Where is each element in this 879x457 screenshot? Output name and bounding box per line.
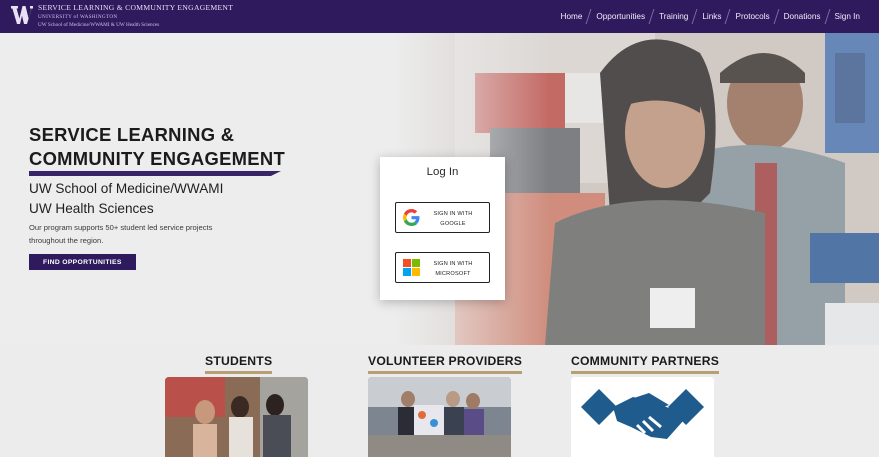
- microsoft-icon: [403, 259, 420, 276]
- section-underline: [571, 371, 720, 374]
- section-underline: [368, 371, 523, 374]
- nav-home[interactable]: Home: [554, 12, 590, 21]
- hero-title: SERVICE LEARNING & COMMUNITY ENGAGEMENT: [29, 123, 359, 171]
- brand-line-3: UW School of Medicine/WWAMI & UW Health …: [38, 22, 160, 28]
- microsoft-label-line-2: MICROSOFT: [435, 271, 471, 277]
- brand-text[interactable]: SERVICE LEARNING & COMMUNITY ENGAGEMENT …: [38, 3, 233, 29]
- volunteer-card-image[interactable]: [368, 377, 511, 457]
- section-title-students[interactable]: STUDENTS: [205, 354, 272, 368]
- section-title-community-partners[interactable]: COMMUNITY PARTNERS: [571, 354, 719, 368]
- login-title: Log In: [426, 166, 459, 178]
- nav-opportunities[interactable]: Opportunities: [589, 12, 652, 21]
- hero-subtitle-line-2: UW Health Sciences: [29, 201, 154, 216]
- students-photo: [165, 377, 308, 457]
- uw-logo-icon[interactable]: [10, 4, 34, 26]
- google-label: SIGN IN WITH GOOGLE: [423, 209, 483, 229]
- volunteer-photo: [368, 377, 511, 457]
- nav-protocols[interactable]: Protocols: [728, 12, 776, 21]
- section-underline: [205, 371, 273, 374]
- main-nav: Home Opportunities Training Links Protoc…: [554, 0, 867, 33]
- section-students: STUDENTS: [205, 354, 273, 374]
- nav-sign-in[interactable]: Sign In: [828, 12, 868, 21]
- community-card-image[interactable]: [571, 377, 714, 457]
- hero-text-block: SERVICE LEARNING & COMMUNITY ENGAGEMENT …: [29, 123, 359, 270]
- hero-subtitle: UW School of Medicine/WWAMI UW Health Sc…: [29, 179, 359, 219]
- students-card-image[interactable]: [165, 377, 308, 457]
- google-icon: [403, 209, 420, 226]
- hero-title-line-1: SERVICE LEARNING &: [29, 124, 235, 145]
- nav-training[interactable]: Training: [652, 12, 695, 21]
- title-underline: [29, 171, 281, 176]
- sign-in-microsoft-button[interactable]: SIGN IN WITH MICROSOFT: [395, 252, 490, 283]
- nav-links[interactable]: Links: [695, 12, 728, 21]
- login-dialog: Log In SIGN IN WITH GOOGLE SIGN IN WITH …: [380, 157, 505, 300]
- hero-subtitle-line-1: UW School of Medicine/WWAMI: [29, 181, 224, 196]
- section-title-volunteer-providers[interactable]: VOLUNTEER PROVIDERS: [368, 354, 522, 368]
- brand-line-2: UNIVERSITY of WASHINGTON: [38, 14, 118, 20]
- hero-description: Our program supports 50+ student led ser…: [29, 223, 213, 245]
- find-opportunities-button[interactable]: FIND OPPORTUNITIES: [29, 254, 136, 270]
- brand-line-1: SERVICE LEARNING & COMMUNITY ENGAGEMENT: [38, 3, 234, 12]
- handshake-icon: [571, 377, 714, 457]
- nav-donations[interactable]: Donations: [777, 12, 828, 21]
- section-volunteer-providers: VOLUNTEER PROVIDERS: [368, 354, 523, 374]
- google-label-line-2: GOOGLE: [440, 221, 466, 227]
- hero-title-line-2: COMMUNITY ENGAGEMENT: [29, 148, 285, 169]
- top-bar: SERVICE LEARNING & COMMUNITY ENGAGEMENT …: [0, 0, 879, 33]
- section-community-partners: COMMUNITY PARTNERS: [571, 354, 720, 374]
- microsoft-label-line-1: SIGN IN WITH: [433, 261, 473, 267]
- microsoft-label: SIGN IN WITH MICROSOFT: [423, 259, 483, 279]
- sign-in-google-button[interactable]: SIGN IN WITH GOOGLE: [395, 202, 490, 233]
- google-label-line-1: SIGN IN WITH: [433, 211, 473, 217]
